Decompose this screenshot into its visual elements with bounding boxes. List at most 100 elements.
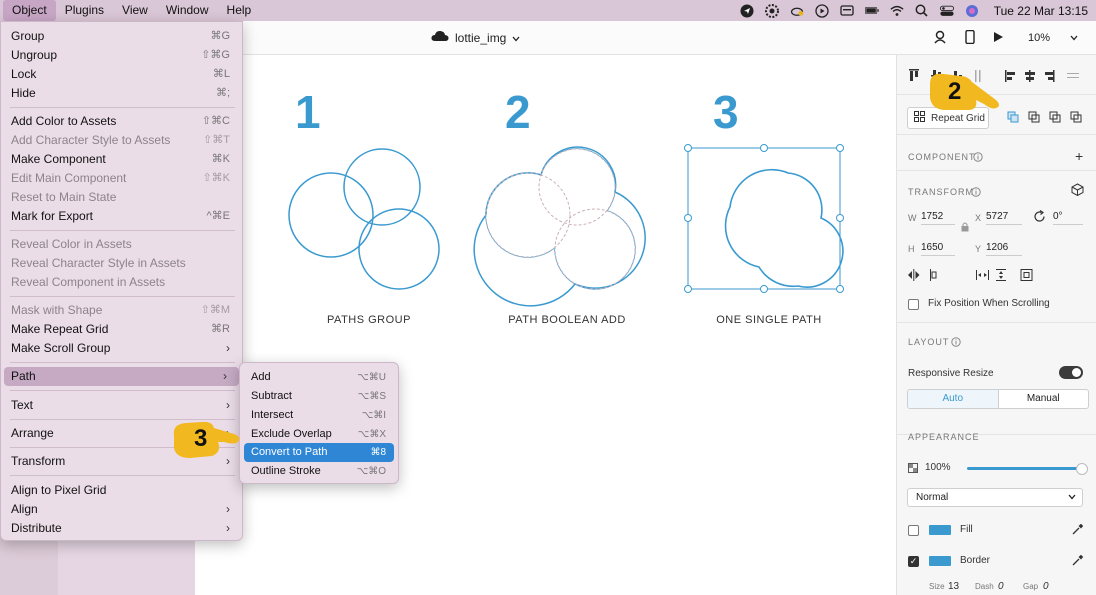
menu-separator bbox=[10, 475, 235, 476]
blend-mode-select[interactable]: Normal bbox=[907, 488, 1083, 507]
menu-item-group[interactable]: Group ⌘G bbox=[1, 27, 242, 46]
width-input[interactable]: 1752 bbox=[921, 209, 955, 225]
example-caption-1: PATHS GROUP bbox=[327, 314, 411, 326]
menu-item-text[interactable]: Text › bbox=[1, 396, 242, 415]
eyedropper-icon[interactable] bbox=[1072, 523, 1084, 538]
fill-color-swatch[interactable] bbox=[929, 525, 951, 535]
status-area: Tue 22 Mar 13:15 bbox=[740, 0, 1088, 21]
submenu-item-label: Convert to Path bbox=[251, 446, 328, 458]
flip-resize-icons[interactable] bbox=[908, 269, 1048, 281]
share-user-icon[interactable] bbox=[933, 30, 947, 47]
play-icon[interactable] bbox=[815, 3, 829, 18]
toolbar-right: 10% bbox=[933, 28, 1084, 48]
submenu-item-intersect[interactable]: Intersect ⌥⌘I bbox=[244, 406, 394, 425]
responsive-resize-toggle[interactable] bbox=[1059, 366, 1083, 379]
menu-help[interactable]: Help bbox=[218, 0, 261, 21]
resize-mode-segmented: Auto Manual bbox=[907, 389, 1089, 409]
menu-item-ungroup[interactable]: Ungroup ⇧⌘G bbox=[1, 46, 242, 65]
document-title-area[interactable]: lottie_img bbox=[431, 30, 520, 45]
path-boolean-add-shape[interactable] bbox=[473, 146, 646, 307]
y-input[interactable]: 1206 bbox=[986, 240, 1022, 256]
submenu-item-convert-to-path[interactable]: Convert to Path ⌘8 bbox=[244, 443, 394, 462]
height-input[interactable]: 1650 bbox=[921, 240, 955, 256]
search-icon[interactable] bbox=[915, 4, 929, 18]
gap-value[interactable]: 0 bbox=[1043, 581, 1049, 592]
fix-position-checkbox[interactable] bbox=[908, 299, 919, 310]
battery-icon[interactable] bbox=[864, 4, 879, 18]
control-center-icon[interactable] bbox=[939, 4, 954, 18]
x-input[interactable]: 5727 bbox=[986, 209, 1022, 225]
3d-transform-icon[interactable] bbox=[1071, 183, 1084, 199]
submenu-item-label: Exclude Overlap bbox=[251, 428, 332, 440]
path-submenu: Add ⌥⌘U Subtract ⌥⌘S Intersect ⌥⌘I Exclude … bbox=[239, 362, 399, 484]
submenu-item-subtract[interactable]: Subtract ⌥⌘S bbox=[244, 387, 394, 406]
menu-item-shortcut: ⇧⌘K bbox=[202, 172, 230, 184]
component-label: COMPONENT bbox=[908, 152, 976, 162]
border-color-swatch[interactable] bbox=[929, 556, 951, 566]
menu-item-path[interactable]: Path › bbox=[4, 367, 239, 386]
menu-window[interactable]: Window bbox=[157, 0, 218, 21]
menu-item-align[interactable]: Align › bbox=[1, 500, 242, 519]
menu-item-label: Reveal Component in Assets bbox=[11, 275, 166, 289]
responsive-resize-label: Responsive Resize bbox=[908, 368, 994, 379]
add-component-icon[interactable]: + bbox=[1075, 148, 1083, 164]
mobile-preview-icon[interactable] bbox=[965, 29, 975, 47]
fill-checkbox[interactable] bbox=[908, 525, 919, 536]
dash-value[interactable]: 0 bbox=[998, 581, 1004, 592]
menu-item-make-scroll-group[interactable]: Make Scroll Group › bbox=[1, 339, 242, 358]
submenu-item-label: Outline Stroke bbox=[251, 465, 321, 477]
play-preview-icon[interactable] bbox=[993, 31, 1004, 46]
submenu-item-label: Intersect bbox=[251, 409, 294, 421]
gear-icon[interactable] bbox=[764, 3, 779, 18]
menu-separator bbox=[10, 362, 235, 363]
app-toolbar: lottie_img 10% bbox=[195, 21, 1096, 55]
menu-item-label: Distribute bbox=[11, 521, 62, 535]
wifi-icon[interactable] bbox=[890, 4, 904, 18]
menu-item-mark-for-export[interactable]: Mark for Export ^⌘E bbox=[1, 207, 242, 226]
menu-plugins[interactable]: Plugins bbox=[56, 0, 113, 21]
menu-item-make-repeat-grid[interactable]: Make Repeat Grid ⌘R bbox=[1, 320, 242, 339]
menu-item-lock[interactable]: Lock ⌘L bbox=[1, 65, 242, 84]
eyedropper-icon[interactable] bbox=[1072, 554, 1084, 569]
size-value[interactable]: 13 bbox=[948, 581, 959, 592]
border-checkbox[interactable]: ✓ bbox=[908, 556, 919, 567]
opacity-value[interactable]: 100% bbox=[925, 462, 951, 473]
submenu-item-add[interactable]: Add ⌥⌘U bbox=[244, 368, 394, 387]
menu-separator bbox=[10, 296, 235, 297]
single-path-shape[interactable] bbox=[684, 144, 844, 293]
submenu-item-exclude-overlap[interactable]: Exclude Overlap ⌥⌘X bbox=[244, 425, 394, 444]
cloud-icon bbox=[431, 30, 449, 45]
location-icon[interactable] bbox=[740, 4, 754, 18]
design-canvas[interactable]: 1 2 3 PATHS GROUP PATH BOOLEAN ADD ONE S… bbox=[195, 55, 896, 595]
opacity-slider[interactable] bbox=[967, 463, 1088, 475]
submenu-item-outline-stroke[interactable]: Outline Stroke ⌥⌘O bbox=[244, 462, 394, 481]
manual-option[interactable]: Manual bbox=[999, 390, 1089, 408]
menu-object[interactable]: Object bbox=[3, 0, 56, 21]
gap-label: Gap bbox=[1023, 582, 1039, 591]
menubar: Object Plugins View Window Help Tue 22 M… bbox=[0, 0, 1096, 21]
menu-item-shortcut: ⌘; bbox=[215, 87, 230, 99]
siri-icon[interactable] bbox=[965, 4, 979, 18]
menu-separator bbox=[10, 390, 235, 391]
rotation-input[interactable]: 0° bbox=[1053, 209, 1083, 225]
opacity-icon bbox=[908, 462, 918, 476]
zoom-select[interactable]: 10% bbox=[1022, 28, 1084, 48]
menu-item-add-character-style: Add Character Style to Assets ⇧⌘T bbox=[1, 131, 242, 150]
menu-item-align-pixel-grid[interactable]: Align to Pixel Grid bbox=[1, 481, 242, 500]
menu-item-make-component[interactable]: Make Component ⌘K bbox=[1, 150, 242, 169]
menu-item-add-color-to-assets[interactable]: Add Color to Assets ⇧⌘C bbox=[1, 112, 242, 131]
transform-section: TRANSFORM W 1752 X 5727 0° H 1650 Y 1206 bbox=[897, 171, 1096, 323]
paths-group-shape[interactable] bbox=[288, 148, 440, 290]
menu-item-shortcut: ⇧⌘M bbox=[200, 304, 230, 316]
lock-icon[interactable] bbox=[961, 221, 969, 235]
menu-item-distribute[interactable]: Distribute › bbox=[1, 519, 242, 538]
creative-cloud-icon[interactable] bbox=[790, 4, 804, 18]
display-icon[interactable] bbox=[840, 4, 854, 18]
auto-option[interactable]: Auto bbox=[908, 390, 999, 408]
rotate-icon bbox=[1033, 210, 1046, 226]
boolean-ops-icons[interactable] bbox=[1007, 111, 1087, 125]
transform-label: TRANSFORM bbox=[908, 187, 974, 197]
menu-view[interactable]: View bbox=[113, 0, 157, 21]
menu-item-hide[interactable]: Hide ⌘; bbox=[1, 84, 242, 103]
menubar-clock[interactable]: Tue 22 Mar 13:15 bbox=[994, 4, 1088, 18]
